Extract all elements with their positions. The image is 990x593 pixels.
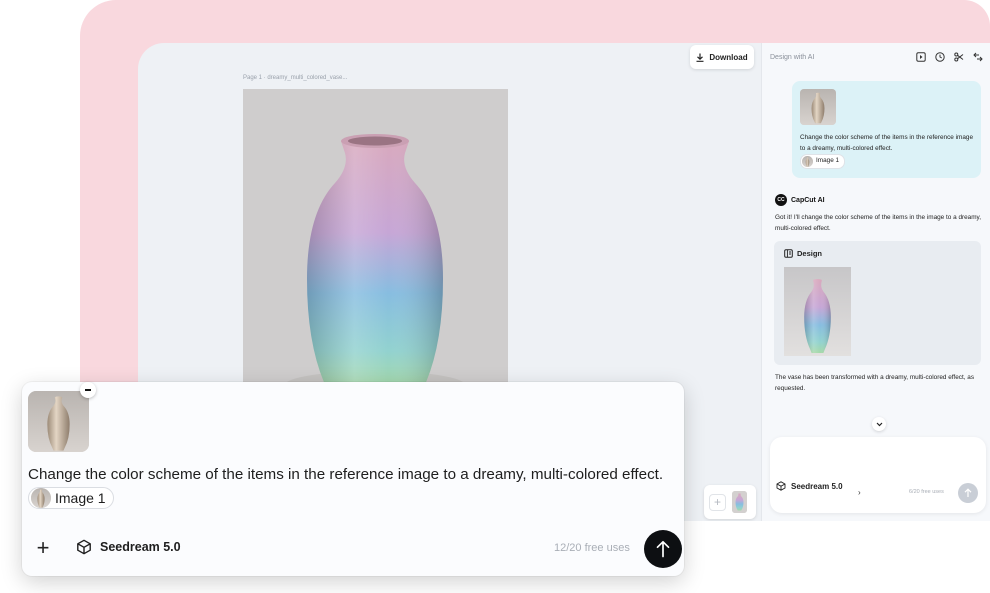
model-name: Seedream 5.0 <box>100 540 181 554</box>
send-button[interactable] <box>644 530 682 568</box>
design-icon <box>784 249 793 258</box>
panel-model-caret: › <box>858 488 861 497</box>
model-select[interactable]: Seedream 5.0 <box>76 539 181 555</box>
canvas-artwork[interactable] <box>243 89 508 389</box>
user-message: Change the color scheme of the items in … <box>792 81 981 178</box>
design-card-header: Design <box>784 249 822 258</box>
assistant-name: CapCut AI <box>791 196 825 204</box>
free-uses-counter: 12/20 free uses <box>554 542 630 554</box>
reference-image-thumbnail[interactable] <box>28 391 89 452</box>
page-thumbnails: + <box>704 485 756 519</box>
design-result-thumbnail[interactable] <box>784 267 851 356</box>
remove-reference-button[interactable] <box>80 382 96 398</box>
history-clock-icon[interactable] <box>934 51 946 63</box>
user-message-text: Change the color scheme of the items in … <box>800 134 973 152</box>
assistant-followup: The vase has been transformed with a dre… <box>775 374 975 392</box>
user-image-chip[interactable]: Image 1 <box>800 154 846 169</box>
scissors-icon[interactable] <box>953 51 965 63</box>
prompt-composer: Change the color scheme of the items in … <box>22 382 684 576</box>
panel-model-name: Seedream 5.0 <box>791 481 843 491</box>
add-page-button[interactable]: + <box>709 493 726 511</box>
prompt-text: Change the color scheme of the items in … <box>28 466 664 483</box>
expand-icon[interactable] <box>972 51 984 63</box>
assistant-reply: Got it! I'll change the color scheme of … <box>775 214 982 232</box>
download-button[interactable]: Download <box>690 45 754 69</box>
add-attachment-button[interactable]: + <box>33 535 53 560</box>
design-card-label: Design <box>797 249 823 258</box>
download-label: Download <box>709 52 748 62</box>
capcut-logo-icon: CC <box>775 194 787 206</box>
user-message-body: Change the color scheme of the items in … <box>800 133 975 169</box>
vase-image <box>243 89 508 389</box>
panel-send-button[interactable] <box>958 483 978 503</box>
chevron-down-icon <box>876 422 882 426</box>
panel-title: Design with AI <box>770 53 815 61</box>
page-caption: Page 1 · dreamy_multi_colored_vase... <box>243 75 348 81</box>
user-attachment-thumbnail[interactable] <box>800 89 836 125</box>
assistant-header: CC CapCut AI <box>775 194 825 206</box>
cube-icon <box>77 539 91 555</box>
scroll-down-button[interactable] <box>872 417 886 431</box>
user-image-chip-label: Image 1 <box>816 157 840 165</box>
panel-header: Design with AI <box>770 51 984 63</box>
arrow-up-icon <box>964 488 972 497</box>
page-thumbnail[interactable] <box>732 491 747 513</box>
panel-composer[interactable]: Seedream 5.0 › 6/20 free uses <box>770 437 986 513</box>
play-square-icon[interactable] <box>915 51 927 63</box>
reference-image-chip[interactable]: Image 1 <box>28 486 114 509</box>
prompt-input[interactable]: Change the color scheme of the items in … <box>28 463 668 511</box>
ai-chat-panel: Design with AI Change the color scheme o… <box>761 43 990 521</box>
arrow-up-icon <box>656 540 670 558</box>
design-result-card[interactable]: Design <box>774 241 981 365</box>
panel-model-select[interactable]: Seedream 5.0 <box>776 481 843 491</box>
reference-image-chip-label: Image 1 <box>55 489 106 506</box>
cube-icon <box>776 481 786 491</box>
panel-free-uses: 6/20 free uses <box>909 489 944 495</box>
download-icon <box>696 53 704 62</box>
